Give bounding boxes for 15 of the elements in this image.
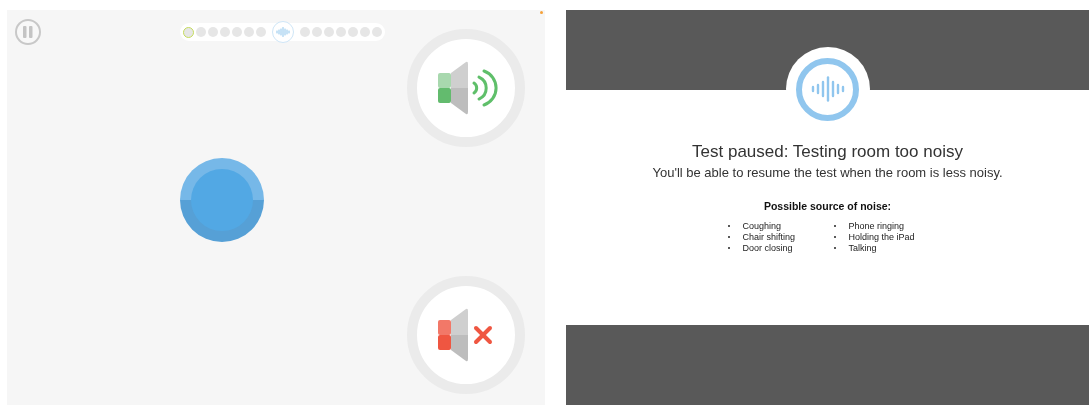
pause-button[interactable] [15,19,41,45]
pause-icon [23,26,33,38]
status-dot-icon [540,11,543,14]
noise-source: Coughing [742,220,782,231]
dialog-message: You'll be able to resume the test when the room is less noisy. [652,165,1003,180]
speaker-waves-icon [438,61,498,115]
waveform-icon [276,27,290,37]
noise-source: Holding the iPad [848,231,915,242]
sources-heading: Possible source of noise: [763,200,892,212]
dialog-title: Test paused: Testing room too noisy [692,142,963,162]
noise-source: Chair shifting [742,231,796,242]
waveform-icon [810,76,845,102]
noise-source: Phone ringing [848,220,905,231]
noise-source: Talking [848,242,877,253]
noise-source: Door closing [742,242,793,253]
